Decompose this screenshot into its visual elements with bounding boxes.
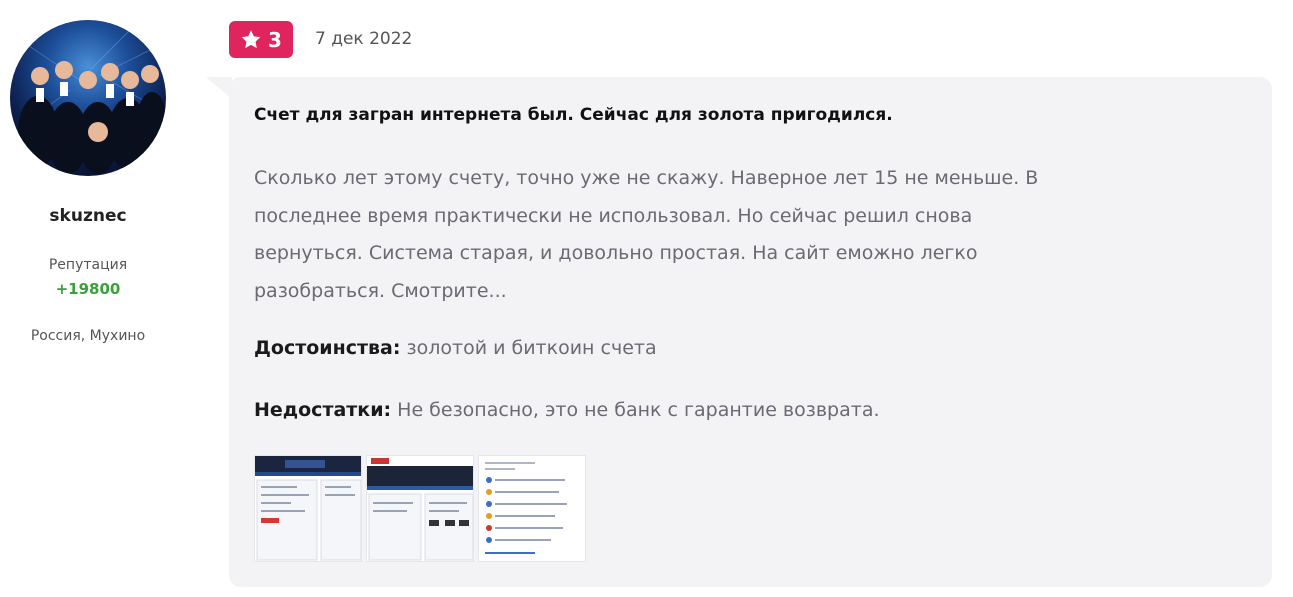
pros-value: золотой и биткоин счета	[406, 337, 657, 359]
review-image-thumbnail[interactable]	[478, 455, 586, 562]
review-pros: Достоинства: золотой и биткоин счета	[254, 337, 657, 359]
review-text-line: вернуться. Система старая, и довольно пр…	[254, 242, 978, 264]
review-image-thumbnail[interactable]	[254, 455, 362, 562]
cons-label: Недостатки:	[254, 399, 392, 421]
review-text[interactable]: Сколько лет этому счету, точно уже не ск…	[254, 160, 1214, 310]
review-text-line: последнее время практически не использов…	[254, 204, 973, 227]
author-name[interactable]: skuznec	[0, 206, 176, 226]
reputation-value: +19800	[55, 280, 121, 298]
cons-value: Не безопасно, это не банк с гарантие воз…	[397, 399, 880, 421]
review-title[interactable]: Счет для загран интернета был. Сейчас дл…	[254, 105, 893, 125]
author-panel: skuznec Репутация +19800 Россия, Мухино	[0, 0, 180, 597]
pros-label: Достоинства:	[254, 337, 401, 359]
review-cons: Недостатки: Не безопасно, это не банк с …	[254, 399, 880, 421]
avatar[interactable]	[10, 20, 166, 176]
reputation-label: Репутация	[48, 257, 128, 273]
review-image-thumbnail[interactable]	[366, 455, 474, 562]
star-icon	[241, 30, 261, 49]
rating-value: 3	[268, 27, 282, 52]
review-text-line: разобраться. Смотрите...	[254, 279, 507, 302]
review-text-line: Сколько лет этому счету, точно уже не ск…	[254, 167, 1039, 189]
rating-badge: 3	[229, 21, 293, 58]
author-location: Россия, Мухино	[30, 328, 146, 344]
review-date: 7 дек 2022	[315, 29, 413, 49]
thumbnail-preview	[255, 456, 361, 561]
thumbnail-preview	[367, 456, 473, 561]
avatar-photo	[18, 29, 166, 174]
thumbnail-preview	[479, 456, 585, 561]
